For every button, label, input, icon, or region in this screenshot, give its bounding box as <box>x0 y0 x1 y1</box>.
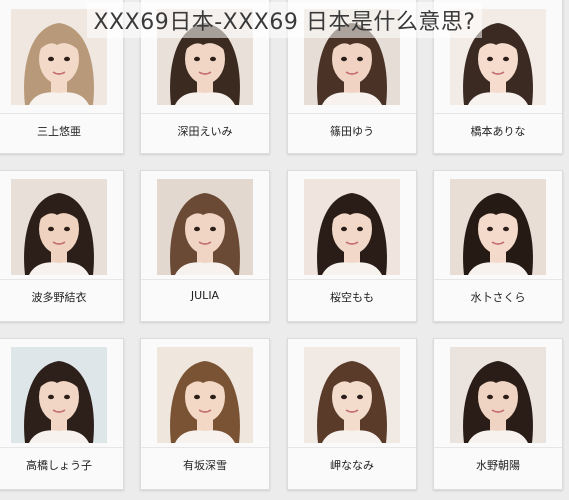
card-divider <box>288 447 416 448</box>
actress-name[interactable]: 橋本ありな <box>434 123 562 139</box>
portrait-illustration <box>304 347 400 443</box>
card-divider <box>0 113 123 114</box>
portrait-illustration <box>304 179 400 275</box>
actress-name[interactable]: 桜空もも <box>288 289 416 305</box>
card-divider <box>141 113 269 114</box>
card-divider <box>0 279 123 280</box>
actress-photo[interactable] <box>11 347 107 443</box>
card-divider <box>434 113 562 114</box>
actress-name[interactable]: 高橋しょう子 <box>0 457 123 473</box>
portrait-illustration <box>157 347 253 443</box>
actress-name[interactable]: JULIA <box>141 289 269 302</box>
actress-photo[interactable] <box>157 347 253 443</box>
actress-name[interactable]: 三上悠亜 <box>0 123 123 139</box>
portrait-illustration <box>450 347 546 443</box>
portrait-illustration <box>450 9 546 105</box>
actress-grid: 三上悠亜 深田えいみ 篠田ゆう 橋本ありな波多野結衣 JULIA 桜空もも 水卜さくら高橋し… <box>0 0 569 500</box>
actress-name[interactable]: 篠田ゆう <box>288 123 416 139</box>
portrait-illustration <box>450 179 546 275</box>
card-divider <box>434 447 562 448</box>
portrait-illustration <box>11 179 107 275</box>
portrait-illustration <box>11 9 107 105</box>
actress-card[interactable]: 波多野結衣 <box>0 170 124 322</box>
card-divider <box>141 447 269 448</box>
actress-card[interactable]: 高橋しょう子 <box>0 338 124 490</box>
actress-photo[interactable] <box>450 9 546 105</box>
card-divider <box>0 447 123 448</box>
actress-card[interactable]: 岬ななみ <box>287 338 417 490</box>
actress-name[interactable]: 水野朝陽 <box>434 457 562 473</box>
actress-photo[interactable] <box>304 347 400 443</box>
actress-name[interactable]: 水卜さくら <box>434 289 562 305</box>
actress-photo[interactable] <box>450 347 546 443</box>
actress-photo[interactable] <box>11 179 107 275</box>
actress-card[interactable]: 桜空もも <box>287 170 417 322</box>
actress-name[interactable]: 有坂深雪 <box>141 457 269 473</box>
portrait-illustration <box>11 347 107 443</box>
actress-card[interactable]: 篠田ゆう <box>287 0 417 154</box>
actress-card[interactable]: JULIA <box>140 170 270 322</box>
card-divider <box>288 279 416 280</box>
actress-card[interactable]: 橋本ありな <box>433 0 563 154</box>
card-divider <box>288 113 416 114</box>
actress-name[interactable]: 波多野結衣 <box>0 289 123 305</box>
actress-card[interactable]: 三上悠亜 <box>0 0 124 154</box>
actress-card[interactable]: 深田えいみ <box>140 0 270 154</box>
actress-photo[interactable] <box>157 9 253 105</box>
actress-photo[interactable] <box>157 179 253 275</box>
actress-photo[interactable] <box>304 9 400 105</box>
card-divider <box>434 279 562 280</box>
page: 三上悠亜 深田えいみ 篠田ゆう 橋本ありな波多野結衣 JULIA 桜空もも 水卜さくら高橋し… <box>0 0 569 500</box>
actress-photo[interactable] <box>304 179 400 275</box>
portrait-illustration <box>157 9 253 105</box>
actress-card[interactable]: 水野朝陽 <box>433 338 563 490</box>
actress-card[interactable]: 水卜さくら <box>433 170 563 322</box>
actress-photo[interactable] <box>11 9 107 105</box>
actress-card[interactable]: 有坂深雪 <box>140 338 270 490</box>
card-divider <box>141 279 269 280</box>
portrait-illustration <box>304 9 400 105</box>
actress-name[interactable]: 岬ななみ <box>288 457 416 473</box>
actress-photo[interactable] <box>450 179 546 275</box>
portrait-illustration <box>157 179 253 275</box>
actress-name[interactable]: 深田えいみ <box>141 123 269 139</box>
